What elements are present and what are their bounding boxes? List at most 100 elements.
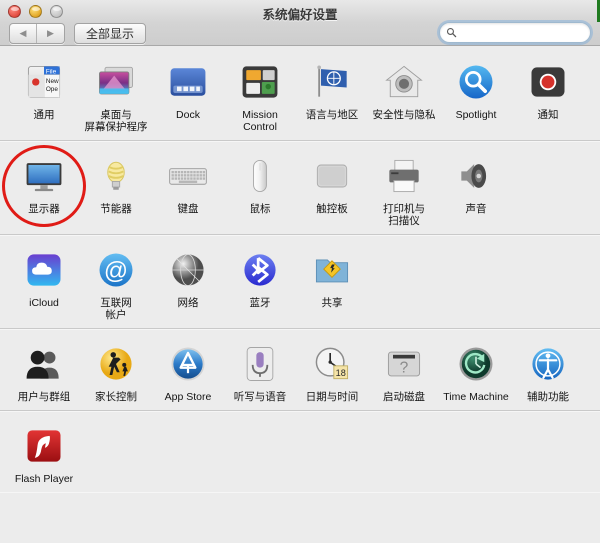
search-field[interactable] xyxy=(439,22,591,43)
navigation-buttons[interactable]: ◀ ▶ xyxy=(9,22,65,44)
pref-item-label: 触控板 xyxy=(316,203,348,215)
pref-item[interactable]: App Store xyxy=(152,338,224,403)
users-groups-icon[interactable] xyxy=(20,340,68,388)
search-input[interactable] xyxy=(460,23,590,42)
pref-item-label: 网络 xyxy=(177,297,199,309)
pref-item-label: 安全性与隐私 xyxy=(372,109,436,121)
pref-item-label: iCloud xyxy=(29,297,59,309)
trackpad-icon[interactable] xyxy=(308,152,356,200)
pref-item[interactable]: 声音 xyxy=(440,150,512,227)
sound-icon[interactable] xyxy=(452,152,500,200)
pref-item[interactable]: 语言与地区 xyxy=(296,56,368,133)
pref-item-label: 桌面与 屏幕保护程序 xyxy=(84,109,148,133)
pref-item-label: Spotlight xyxy=(455,109,497,121)
toolbar: ◀ ▶ 全部显示 xyxy=(0,20,600,46)
pref-item[interactable]: Mission Control xyxy=(224,56,296,133)
pref-row-internet-wireless: iCloud @ 互联网 帐户 网络 蓝牙 共享 xyxy=(0,235,600,329)
pref-item[interactable]: 节能器 xyxy=(80,150,152,227)
pref-item[interactable]: 共享 xyxy=(296,244,368,321)
pref-item[interactable]: 触控板 xyxy=(296,150,368,227)
pref-item[interactable]: 网络 xyxy=(152,244,224,321)
bluetooth-icon[interactable] xyxy=(236,246,284,294)
back-button[interactable]: ◀ xyxy=(10,23,37,43)
pref-item-label: 蓝牙 xyxy=(249,297,271,309)
pref-item-label: 鼠标 xyxy=(249,203,271,215)
pref-item[interactable]: iCloud xyxy=(8,244,80,321)
pref-item-label: 声音 xyxy=(465,203,487,215)
pref-item[interactable]: 辅助功能 xyxy=(512,338,584,403)
date-time-icon[interactable]: 18 xyxy=(308,340,356,388)
pref-item[interactable]: 听写与语音 xyxy=(224,338,296,403)
internet-accounts-icon[interactable]: @ xyxy=(92,246,140,294)
security-privacy-icon[interactable] xyxy=(380,58,428,106)
pref-item[interactable]: 桌面与 屏幕保护程序 xyxy=(80,56,152,133)
svg-text:New: New xyxy=(46,78,59,85)
sharing-icon[interactable] xyxy=(308,246,356,294)
network-icon[interactable] xyxy=(164,246,212,294)
pref-item-label: 听写与语音 xyxy=(233,391,287,403)
title-bar: 系统偏好设置 ◀ ▶ 全部显示 xyxy=(0,0,600,46)
pref-item[interactable]: 用户与群组 xyxy=(8,338,80,403)
pref-item-label: 启动磁盘 xyxy=(383,391,425,403)
pref-item-label: Time Machine xyxy=(443,391,509,403)
pref-item-label: 用户与群组 xyxy=(17,391,71,403)
mouse-icon[interactable] xyxy=(236,152,284,200)
pref-item[interactable]: Spotlight xyxy=(440,56,512,133)
pref-item[interactable]: 显示器 xyxy=(8,150,80,227)
desktop-screensaver-icon[interactable] xyxy=(92,58,140,106)
pref-item[interactable]: File New Ope 通用 xyxy=(8,56,80,133)
pref-item[interactable]: 键盘 xyxy=(152,150,224,227)
preferences-grid: File New Ope 通用 桌面与 屏幕保护程序 Dock Mission … xyxy=(0,47,600,543)
pref-item[interactable]: 鼠标 xyxy=(224,150,296,227)
pref-item[interactable]: 打印机与 扫描仪 xyxy=(368,150,440,227)
app-store-icon[interactable] xyxy=(164,340,212,388)
pref-item-label: 通知 xyxy=(537,109,559,121)
pref-item-label: 互联网 帐户 xyxy=(100,297,132,321)
general-icon[interactable]: File New Ope xyxy=(20,58,68,106)
pref-item-label: 语言与地区 xyxy=(305,109,359,121)
icloud-icon[interactable] xyxy=(20,246,68,294)
svg-text:18: 18 xyxy=(336,368,346,378)
pref-item[interactable]: 通知 xyxy=(512,56,584,133)
pref-row-hardware: 显示器 节能器 键盘 鼠标 触控板 打印机与 扫描仪 声音 xyxy=(0,141,600,235)
parental-controls-icon[interactable] xyxy=(92,340,140,388)
pref-item[interactable]: Dock xyxy=(152,56,224,133)
pref-item[interactable]: 家长控制 xyxy=(80,338,152,403)
pref-row-personal: File New Ope 通用 桌面与 屏幕保护程序 Dock Mission … xyxy=(0,47,600,141)
pref-item-label: 日期与时间 xyxy=(305,391,359,403)
pref-item-label: Dock xyxy=(176,109,200,121)
time-machine-icon[interactable] xyxy=(452,340,500,388)
language-region-icon[interactable] xyxy=(308,58,356,106)
pref-item-label: 节能器 xyxy=(100,203,132,215)
energy-saver-icon[interactable] xyxy=(92,152,140,200)
search-icon xyxy=(446,27,457,38)
pref-row-other: Flash Player xyxy=(0,411,600,492)
displays-icon[interactable] xyxy=(20,152,68,200)
pref-item[interactable]: Flash Player xyxy=(8,420,80,485)
dock-icon[interactable] xyxy=(164,58,212,106)
accessibility-icon[interactable] xyxy=(524,340,572,388)
system-preferences-window: 系统偏好设置 ◀ ▶ 全部显示 File New Ope 通用 桌面与 屏幕保护… xyxy=(0,0,600,543)
mission-control-icon[interactable] xyxy=(236,58,284,106)
show-all-button[interactable]: 全部显示 xyxy=(74,22,147,44)
dictation-speech-icon[interactable] xyxy=(236,340,284,388)
printers-scanners-icon[interactable] xyxy=(380,152,428,200)
pref-item[interactable]: 安全性与隐私 xyxy=(368,56,440,133)
keyboard-icon[interactable] xyxy=(164,152,212,200)
svg-text:Ope: Ope xyxy=(46,86,59,93)
pref-item-label: 键盘 xyxy=(177,203,199,215)
pref-item[interactable]: ? 启动磁盘 xyxy=(368,338,440,403)
pref-item-label: 打印机与 扫描仪 xyxy=(383,203,425,227)
pref-item[interactable]: 18 日期与时间 xyxy=(296,338,368,403)
pref-item[interactable]: @ 互联网 帐户 xyxy=(80,244,152,321)
forward-button[interactable]: ▶ xyxy=(37,24,64,43)
flash-player-icon[interactable] xyxy=(20,422,68,470)
pref-item-label: 通用 xyxy=(33,109,55,121)
pref-item-label: 共享 xyxy=(321,297,343,309)
spotlight-icon[interactable] xyxy=(452,58,500,106)
pref-item[interactable]: Time Machine xyxy=(440,338,512,403)
notifications-icon[interactable] xyxy=(524,58,572,106)
search-container xyxy=(439,22,591,43)
startup-disk-icon[interactable]: ? xyxy=(380,340,428,388)
pref-item[interactable]: 蓝牙 xyxy=(224,244,296,321)
